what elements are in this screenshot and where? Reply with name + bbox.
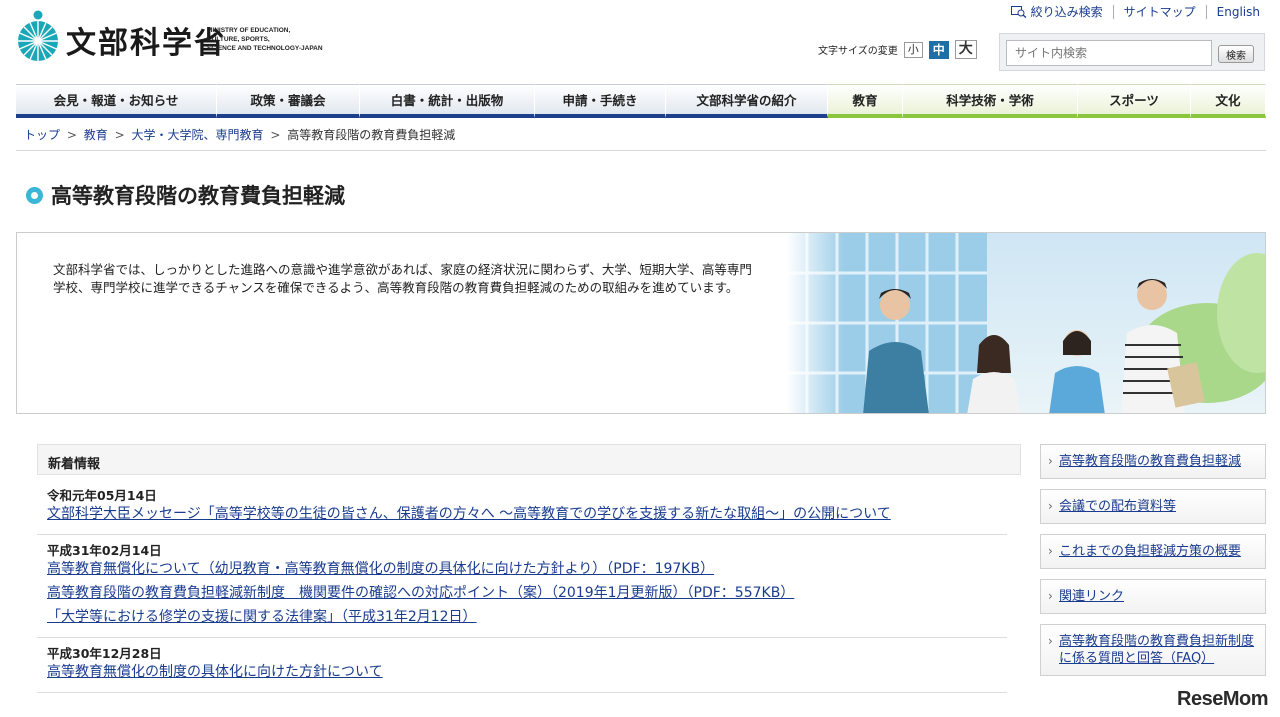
students-photo bbox=[787, 233, 1265, 413]
search-input[interactable] bbox=[1006, 40, 1212, 66]
font-size-switcher: 文字サイズの変更 小 中 大 bbox=[818, 40, 977, 59]
side-menu: 高等教育段階の教育費負担軽減 会議での配布資料等 これまでの負担軽減方策の概要 … bbox=[1040, 444, 1266, 686]
side-menu-item[interactable]: 高等教育段階の教育費負担新制度に係る質問と回答（FAQ） bbox=[1040, 624, 1266, 676]
breadcrumb-top[interactable]: トップ bbox=[24, 128, 60, 142]
nav-item-publications[interactable]: 白書・統計・出版物 bbox=[360, 84, 535, 118]
news-list: 令和元年05月14日 文部科学大臣メッセージ「高等学校等の生徒の皆さん、保護者の… bbox=[37, 480, 1007, 693]
news-link[interactable]: 文部科学大臣メッセージ「高等学校等の生徒の皆さん、保護者の方々へ ～高等教育での… bbox=[47, 504, 1007, 524]
news-date: 平成30年12月28日 bbox=[47, 646, 162, 661]
news-link[interactable]: 「大学等における修学の支援に関する法律案」（平成31年2月12日） bbox=[47, 607, 1007, 627]
news-group: 平成31年02月14日 高等教育無償化について（幼児教育・高等教育無償化の制度の… bbox=[37, 535, 1007, 638]
nav-item-science[interactable]: 科学技術・学術 bbox=[903, 84, 1078, 118]
nav-item-about[interactable]: 文部科学省の紹介 bbox=[666, 84, 828, 118]
breadcrumb-education[interactable]: 教育 bbox=[84, 128, 108, 142]
page-title-block: 高等教育段階の教育費負担軽減 bbox=[26, 180, 345, 210]
english-link[interactable]: English bbox=[1207, 5, 1260, 19]
breadcrumb-current: 高等教育段階の教育費負担軽減 bbox=[287, 128, 456, 142]
refine-search-label: 絞り込み検索 bbox=[1030, 5, 1103, 19]
news-date: 平成31年02月14日 bbox=[47, 543, 162, 558]
news-group: 平成30年12月28日 高等教育無償化の制度の具体化に向けた方針について bbox=[37, 638, 1007, 693]
side-menu-item[interactable]: 関連リンク bbox=[1040, 579, 1266, 614]
news-date: 令和元年05月14日 bbox=[47, 488, 157, 503]
nav-item-policy[interactable]: 政策・審議会 bbox=[217, 84, 360, 118]
intro-text: 文部科学省では、しっかりとした進路への意識や進学意欲があれば、家庭の経済状況に関… bbox=[53, 262, 752, 295]
search-button[interactable]: 検索 bbox=[1218, 45, 1254, 63]
breadcrumb: トップ > 教育 > 大学・大学院、専門教育 > 高等教育段階の教育費負担軽減 bbox=[24, 126, 455, 143]
global-nav: 会見・報道・お知らせ 政策・審議会 白書・統計・出版物 申請・手続き 文部科学省… bbox=[16, 84, 1266, 118]
site-header: 文部科学省 MINISTRY OF EDUCATION, CULTURE, SP… bbox=[0, 0, 1280, 84]
utility-links: 絞り込み検索 サイトマップ English bbox=[1001, 5, 1260, 19]
font-size-medium-button[interactable]: 中 bbox=[928, 40, 949, 59]
font-size-label: 文字サイズの変更 bbox=[818, 46, 898, 57]
nav-item-press[interactable]: 会見・報道・お知らせ bbox=[16, 84, 217, 118]
watermark-text-b: Mom bbox=[1222, 688, 1269, 710]
side-menu-item[interactable]: 高等教育段階の教育費負担軽減 bbox=[1040, 444, 1266, 479]
news-link[interactable]: 高等教育無償化について（幼児教育・高等教育無償化の制度の具体化に向けた方針より）… bbox=[47, 559, 1007, 579]
resemom-watermark: ReseMom bbox=[1177, 688, 1268, 711]
intro-panel: 文部科学省では、しっかりとした進路への意識や進学意欲があれば、家庭の経済状況に関… bbox=[16, 232, 1266, 414]
breadcrumb-separator: > bbox=[114, 128, 125, 142]
watermark-text-a: Rese bbox=[1177, 688, 1223, 710]
refine-search-icon bbox=[1010, 6, 1027, 18]
site-search: 検索 bbox=[999, 33, 1265, 71]
font-size-small-button[interactable]: 小 bbox=[903, 41, 923, 58]
logo-text-jp[interactable]: 文部科学省 bbox=[66, 18, 226, 62]
breadcrumb-separator: > bbox=[66, 128, 77, 142]
news-link[interactable]: 高等教育無償化の制度の具体化に向けた方針について bbox=[47, 662, 1007, 682]
page-title: 高等教育段階の教育費負担軽減 bbox=[51, 184, 345, 208]
logo-en-line: MINISTRY OF EDUCATION, bbox=[207, 27, 291, 34]
font-size-large-button[interactable]: 大 bbox=[954, 40, 977, 59]
bullet-circle-icon bbox=[26, 186, 43, 204]
news-link[interactable]: 高等教育段階の教育費負担軽減新制度 機関要件の確認への対応ポイント（案）（201… bbox=[47, 583, 1007, 603]
breadcrumb-separator: > bbox=[270, 128, 281, 142]
news-heading: 新着情報 bbox=[37, 444, 1021, 475]
side-menu-item[interactable]: 会議での配布資料等 bbox=[1040, 489, 1266, 524]
breadcrumb-university[interactable]: 大学・大学院、専門教育 bbox=[131, 128, 263, 142]
logo-en-line: CULTURE, SPORTS, bbox=[207, 36, 270, 43]
sitemap-link[interactable]: サイトマップ bbox=[1114, 5, 1207, 19]
nav-item-culture[interactable]: 文化 bbox=[1191, 84, 1266, 118]
logo-text-en: MINISTRY OF EDUCATION, CULTURE, SPORTS, … bbox=[207, 26, 323, 53]
divider bbox=[16, 150, 1266, 151]
logo-en-line: SCIENCE AND TECHNOLOGY-JAPAN bbox=[207, 45, 323, 52]
side-menu-item[interactable]: これまでの負担軽減方策の概要 bbox=[1040, 534, 1266, 569]
nav-item-applications[interactable]: 申請・手続き bbox=[535, 84, 666, 118]
nav-item-sports[interactable]: スポーツ bbox=[1078, 84, 1191, 118]
ministry-logo-icon[interactable] bbox=[16, 9, 60, 63]
nav-item-education[interactable]: 教育 bbox=[828, 84, 903, 118]
refine-search-link[interactable]: 絞り込み検索 bbox=[1001, 5, 1114, 19]
news-group: 令和元年05月14日 文部科学大臣メッセージ「高等学校等の生徒の皆さん、保護者の… bbox=[37, 480, 1007, 535]
